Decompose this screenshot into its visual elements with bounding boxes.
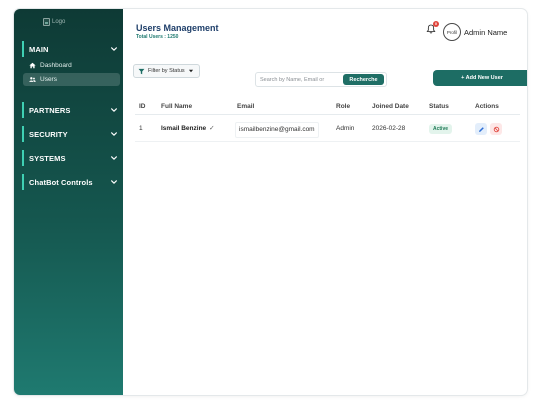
table-header-divider — [135, 114, 520, 115]
cell-id: 1 — [139, 125, 143, 132]
add-user-button[interactable]: + Add New User — [433, 70, 527, 86]
sidebar-section-chatbot-controls[interactable]: ChatBot Controls — [22, 174, 118, 190]
cell-joined-date: 2026-02-28 — [372, 125, 406, 132]
row-divider — [135, 141, 520, 142]
app-window: Logo MAIN Dashboard Users PARTNERS SECUR… — [14, 9, 527, 395]
sidebar-section-label: ChatBot Controls — [29, 177, 93, 187]
sidebar-item-label: Dashboard — [40, 62, 72, 69]
sidebar-section-label: SYSTEMS — [29, 153, 66, 163]
column-header-role: Role — [336, 103, 351, 110]
column-header-joined-date: Joined Date — [372, 103, 409, 110]
logo-alt-text: Logo — [52, 19, 66, 25]
filter-by-status-button[interactable]: Filter by Status — [133, 64, 200, 78]
column-header-full-name: Full Name — [161, 103, 193, 110]
full-name-text: Ismail Benzine — [161, 125, 207, 132]
home-icon — [29, 62, 36, 69]
search-box: Recherche — [255, 72, 387, 87]
admin-name[interactable]: Admin Name — [464, 28, 507, 37]
caret-down-icon — [188, 69, 193, 73]
sidebar-section-main[interactable]: MAIN — [22, 41, 118, 57]
search-input[interactable] — [260, 75, 340, 85]
edit-user-button[interactable] — [475, 123, 487, 135]
total-users-count: Total Users : 1250 — [136, 34, 179, 40]
cell-full-name: Ismail Benzine ✓ — [161, 120, 215, 138]
table-row: 1 Ismail Benzine ✓ ismailbenzine@gmail.co… — [139, 120, 519, 138]
table-header: ID Full Name Email Role Joined Date Stat… — [139, 100, 519, 114]
column-header-status: Status — [429, 103, 449, 110]
main-content: Users Management Total Users : 1250 0 Pr… — [123, 9, 527, 395]
status-badge: Active — [429, 124, 453, 134]
search-button[interactable]: Recherche — [343, 74, 384, 85]
filter-icon — [138, 68, 145, 74]
ban-icon — [493, 126, 499, 132]
notification-badge: 0 — [433, 21, 439, 27]
chevron-down-icon — [111, 180, 117, 184]
block-user-button[interactable] — [490, 123, 502, 135]
sidebar-section-label: MAIN — [29, 44, 49, 54]
sidebar-item-dashboard[interactable]: Dashboard — [23, 59, 120, 72]
cell-email: ismailbenzine@gmail.com — [235, 122, 319, 138]
avatar[interactable]: Profil — [443, 23, 461, 41]
column-header-email: Email — [237, 103, 255, 110]
sidebar: Logo MAIN Dashboard Users PARTNERS SECUR… — [14, 9, 123, 395]
chevron-down-icon — [111, 156, 117, 160]
filter-label: Filter by Status — [148, 68, 185, 74]
verified-check-icon: ✓ — [209, 125, 215, 132]
sidebar-section-label: PARTNERS — [29, 105, 71, 115]
column-header-id: ID — [139, 103, 146, 110]
cell-role: Admin — [336, 125, 355, 132]
sidebar-section-security[interactable]: SECURITY — [22, 126, 118, 142]
sidebar-item-users[interactable]: Users — [23, 73, 120, 86]
sidebar-section-label: SECURITY — [29, 129, 68, 139]
column-header-actions: Actions — [475, 103, 499, 110]
chevron-down-icon — [111, 132, 117, 136]
chevron-down-icon — [111, 108, 117, 112]
avatar-alt-text: Profil — [446, 29, 458, 35]
pencil-icon — [478, 126, 484, 132]
logo: Logo — [43, 18, 65, 26]
users-icon — [29, 77, 36, 82]
sidebar-section-systems[interactable]: SYSTEMS — [22, 150, 118, 166]
sidebar-item-label: Users — [40, 76, 57, 83]
sidebar-section-partners[interactable]: PARTNERS — [22, 102, 118, 118]
chevron-down-icon — [111, 47, 117, 51]
page-title: Users Management — [136, 23, 219, 33]
broken-image-icon — [43, 18, 50, 26]
